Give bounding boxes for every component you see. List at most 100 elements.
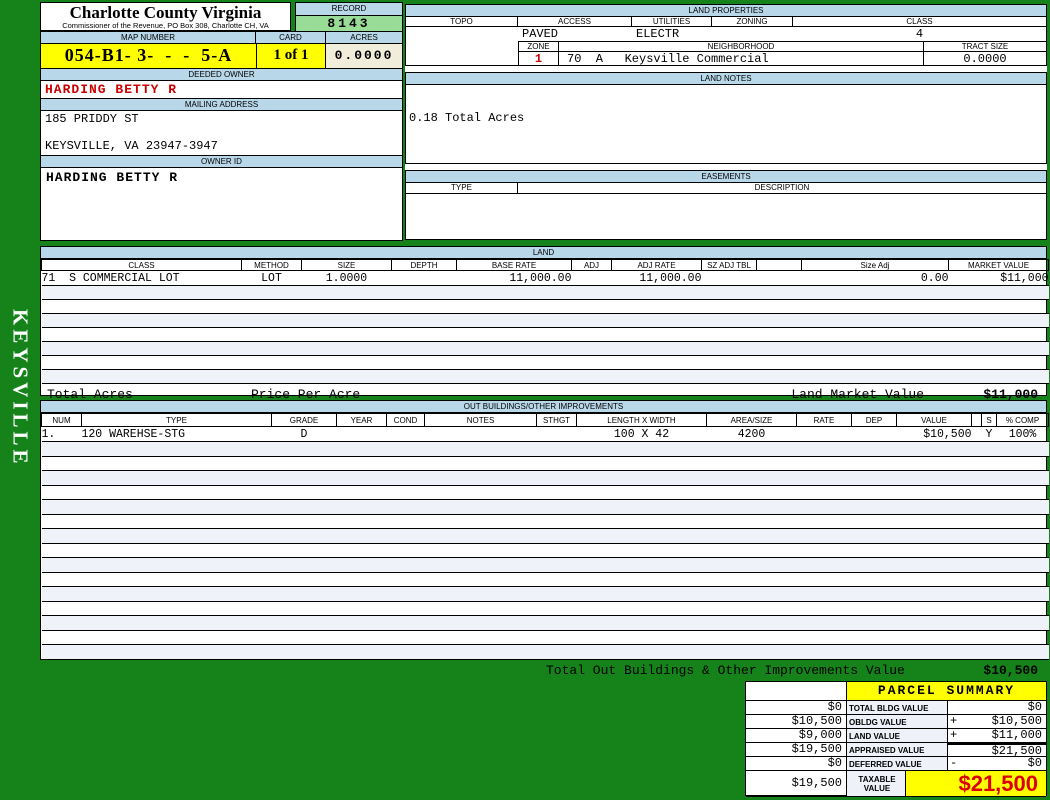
zoning-column-label: ZONING	[712, 17, 793, 27]
parcel-prior-spacer	[746, 682, 847, 701]
empty-row	[41, 586, 1049, 602]
parcel-row-obldg: $10,500 OBLDG VALUE + $10,500	[746, 715, 1046, 729]
parcel-row-appraised: $19,500 APPRAISED VALUE $21,500	[746, 743, 1046, 757]
land-header-row: CLASS METHOD SIZE DEPTH BASE RATE ADJ AD…	[41, 259, 1049, 271]
parcel-record-page: KEYSVILLE Charlotte County Virginia Comm…	[0, 0, 1050, 800]
parcel-summary-title: PARCEL SUMMARY	[847, 682, 1046, 701]
card-label: CARD	[256, 32, 326, 44]
obldg-value-label: OBLDG VALUE	[847, 715, 948, 729]
map-card-acres-header-row: MAP NUMBER CARD ACRES	[41, 32, 402, 44]
land-op: +	[948, 729, 962, 743]
outb-cell-grade: D	[271, 426, 337, 442]
land-cell-method: LOT	[241, 270, 302, 286]
prior-obldg-value: $10,500	[746, 715, 847, 729]
neighborhood-value: 70 A Keysville Commercial	[559, 52, 924, 66]
easements-title: EASEMENTS	[406, 171, 1046, 183]
land-info-card: LAND PROPERTIES TOPO ACCESS UTILITIES ZO…	[405, 4, 1047, 240]
land-col-adj: ADJ	[571, 259, 612, 271]
outb-cell-rate	[796, 426, 852, 442]
topo-value	[406, 27, 518, 41]
parcel-row-deferred: $0 DEFERRED VALUE - $0	[746, 757, 1046, 771]
appraised-value: $21,500	[948, 743, 1046, 757]
total-bldg-value: $0	[962, 701, 1046, 715]
empty-row	[41, 355, 1049, 370]
land-cell-sz-adj-tbl	[701, 270, 757, 286]
empty-row	[41, 557, 1049, 573]
obldg-op: +	[948, 715, 962, 729]
record-label: RECORD	[296, 3, 402, 16]
deferred-value: $0	[962, 757, 1046, 771]
outb-col-area-size: AREA/SIZE	[706, 413, 797, 427]
outb-total-value: $10,500	[983, 662, 1038, 678]
empty-row	[41, 615, 1049, 631]
owner-card-empty-area	[41, 186, 402, 240]
outb-cell-area-size: 4200	[706, 426, 797, 442]
outb-data-row: 1. 120 WAREHSE-STG D 100 X 42 4200 $10,5…	[41, 426, 1049, 442]
land-cell-base-rate: 11,000.00	[456, 270, 572, 286]
land-value: $11,000	[962, 729, 1046, 743]
neighborhood-label: NEIGHBORHOOD	[559, 41, 924, 52]
prior-deferred-value: $0	[746, 757, 847, 771]
prior-taxable-value: $19,500	[746, 771, 847, 797]
class-value: 4	[915, 27, 924, 41]
outb-cell-dep	[851, 426, 897, 442]
utilities-column-label: UTILITIES	[632, 17, 712, 27]
outb-col-dep: DEP	[851, 413, 897, 427]
empty-row	[41, 441, 1049, 457]
outb-col-notes: NOTES	[424, 413, 537, 427]
parcel-summary-header: PARCEL SUMMARY	[746, 682, 1046, 701]
land-cell-adj	[571, 270, 612, 286]
commissioner-line: Commissioner of the Revenue, PO Box 308,…	[62, 21, 269, 30]
address-line-2: KEYSVILLE, VA 23947-3947	[45, 139, 218, 153]
card-value: 1 of 1	[256, 44, 326, 68]
owner-id-value: HARDING BETTY R	[46, 170, 179, 185]
empty-row	[41, 528, 1049, 544]
parcel-row-land: $9,000 LAND VALUE + $11,000	[746, 729, 1046, 743]
land-col-size: SIZE	[301, 259, 392, 271]
land-cell-size: 1.0000	[301, 270, 392, 286]
outb-col-rate: RATE	[796, 413, 852, 427]
outb-col-type: TYPE	[81, 413, 272, 427]
outb-cell-spacer	[971, 426, 982, 442]
land-value-label: LAND VALUE	[847, 729, 948, 743]
zoning-value	[712, 27, 793, 41]
taxable-value: $21,500	[906, 771, 1046, 797]
zone-header-row: ZONE NEIGHBORHOOD TRACT SIZE	[519, 41, 1046, 52]
outb-cell-value: $10,500	[896, 426, 972, 442]
zone-value: 1	[519, 52, 559, 66]
land-data-row: 71 S COMMERCIAL LOT LOT 1.0000 11,000.00…	[41, 270, 1049, 286]
land-col-base-rate: BASE RATE	[456, 259, 572, 271]
map-number-label: MAP NUMBER	[41, 32, 256, 44]
owner-id-label: OWNER ID	[41, 155, 402, 168]
empty-row	[41, 313, 1049, 328]
outb-col-year: YEAR	[336, 413, 387, 427]
outb-col-grade: GRADE	[271, 413, 337, 427]
taxable-value-label: TAXABLE VALUE	[847, 771, 906, 797]
outb-col-sthgt: STHGT	[536, 413, 577, 427]
empty-row	[41, 644, 1049, 660]
deferred-op: -	[948, 757, 962, 771]
access-column-label: ACCESS	[518, 17, 632, 27]
zone-neighborhood-block: ZONE NEIGHBORHOOD TRACT SIZE 1 70 A Keys…	[518, 41, 1046, 66]
outb-header-row: NUM TYPE GRADE YEAR COND NOTES STHGT LEN…	[41, 413, 1049, 427]
acres-value: 0.0000	[326, 44, 402, 68]
outb-cell-type: 120 WAREHSE-STG	[81, 426, 272, 442]
total-bldg-value-label: TOTAL BLDG VALUE	[847, 701, 948, 715]
outb-cell-num: 1.	[41, 426, 82, 442]
tract-size-label: TRACT SIZE	[924, 41, 1046, 52]
map-number-value: 054-B1- 3- - - 5-A	[41, 44, 256, 68]
out-buildings-table: NUM TYPE GRADE YEAR COND NOTES STHGT LEN…	[41, 413, 1049, 660]
outb-cell-notes	[424, 426, 537, 442]
land-cell-market-value: $11,000	[948, 270, 1049, 286]
acres-label: ACRES	[326, 32, 402, 44]
land-col-spacer	[756, 259, 802, 271]
empty-row	[41, 543, 1049, 558]
easement-type-label: TYPE	[406, 183, 518, 194]
deferred-value-label: DEFERRED VALUE	[847, 757, 948, 771]
deeded-owner-label: DEEDED OWNER	[41, 68, 402, 81]
empty-row	[41, 470, 1049, 486]
county-title: Charlotte County Virginia	[69, 3, 262, 22]
land-properties-values: PAVED ELECTR 4	[406, 27, 1046, 41]
empty-row	[41, 299, 1049, 314]
outb-col-s: S	[981, 413, 997, 427]
